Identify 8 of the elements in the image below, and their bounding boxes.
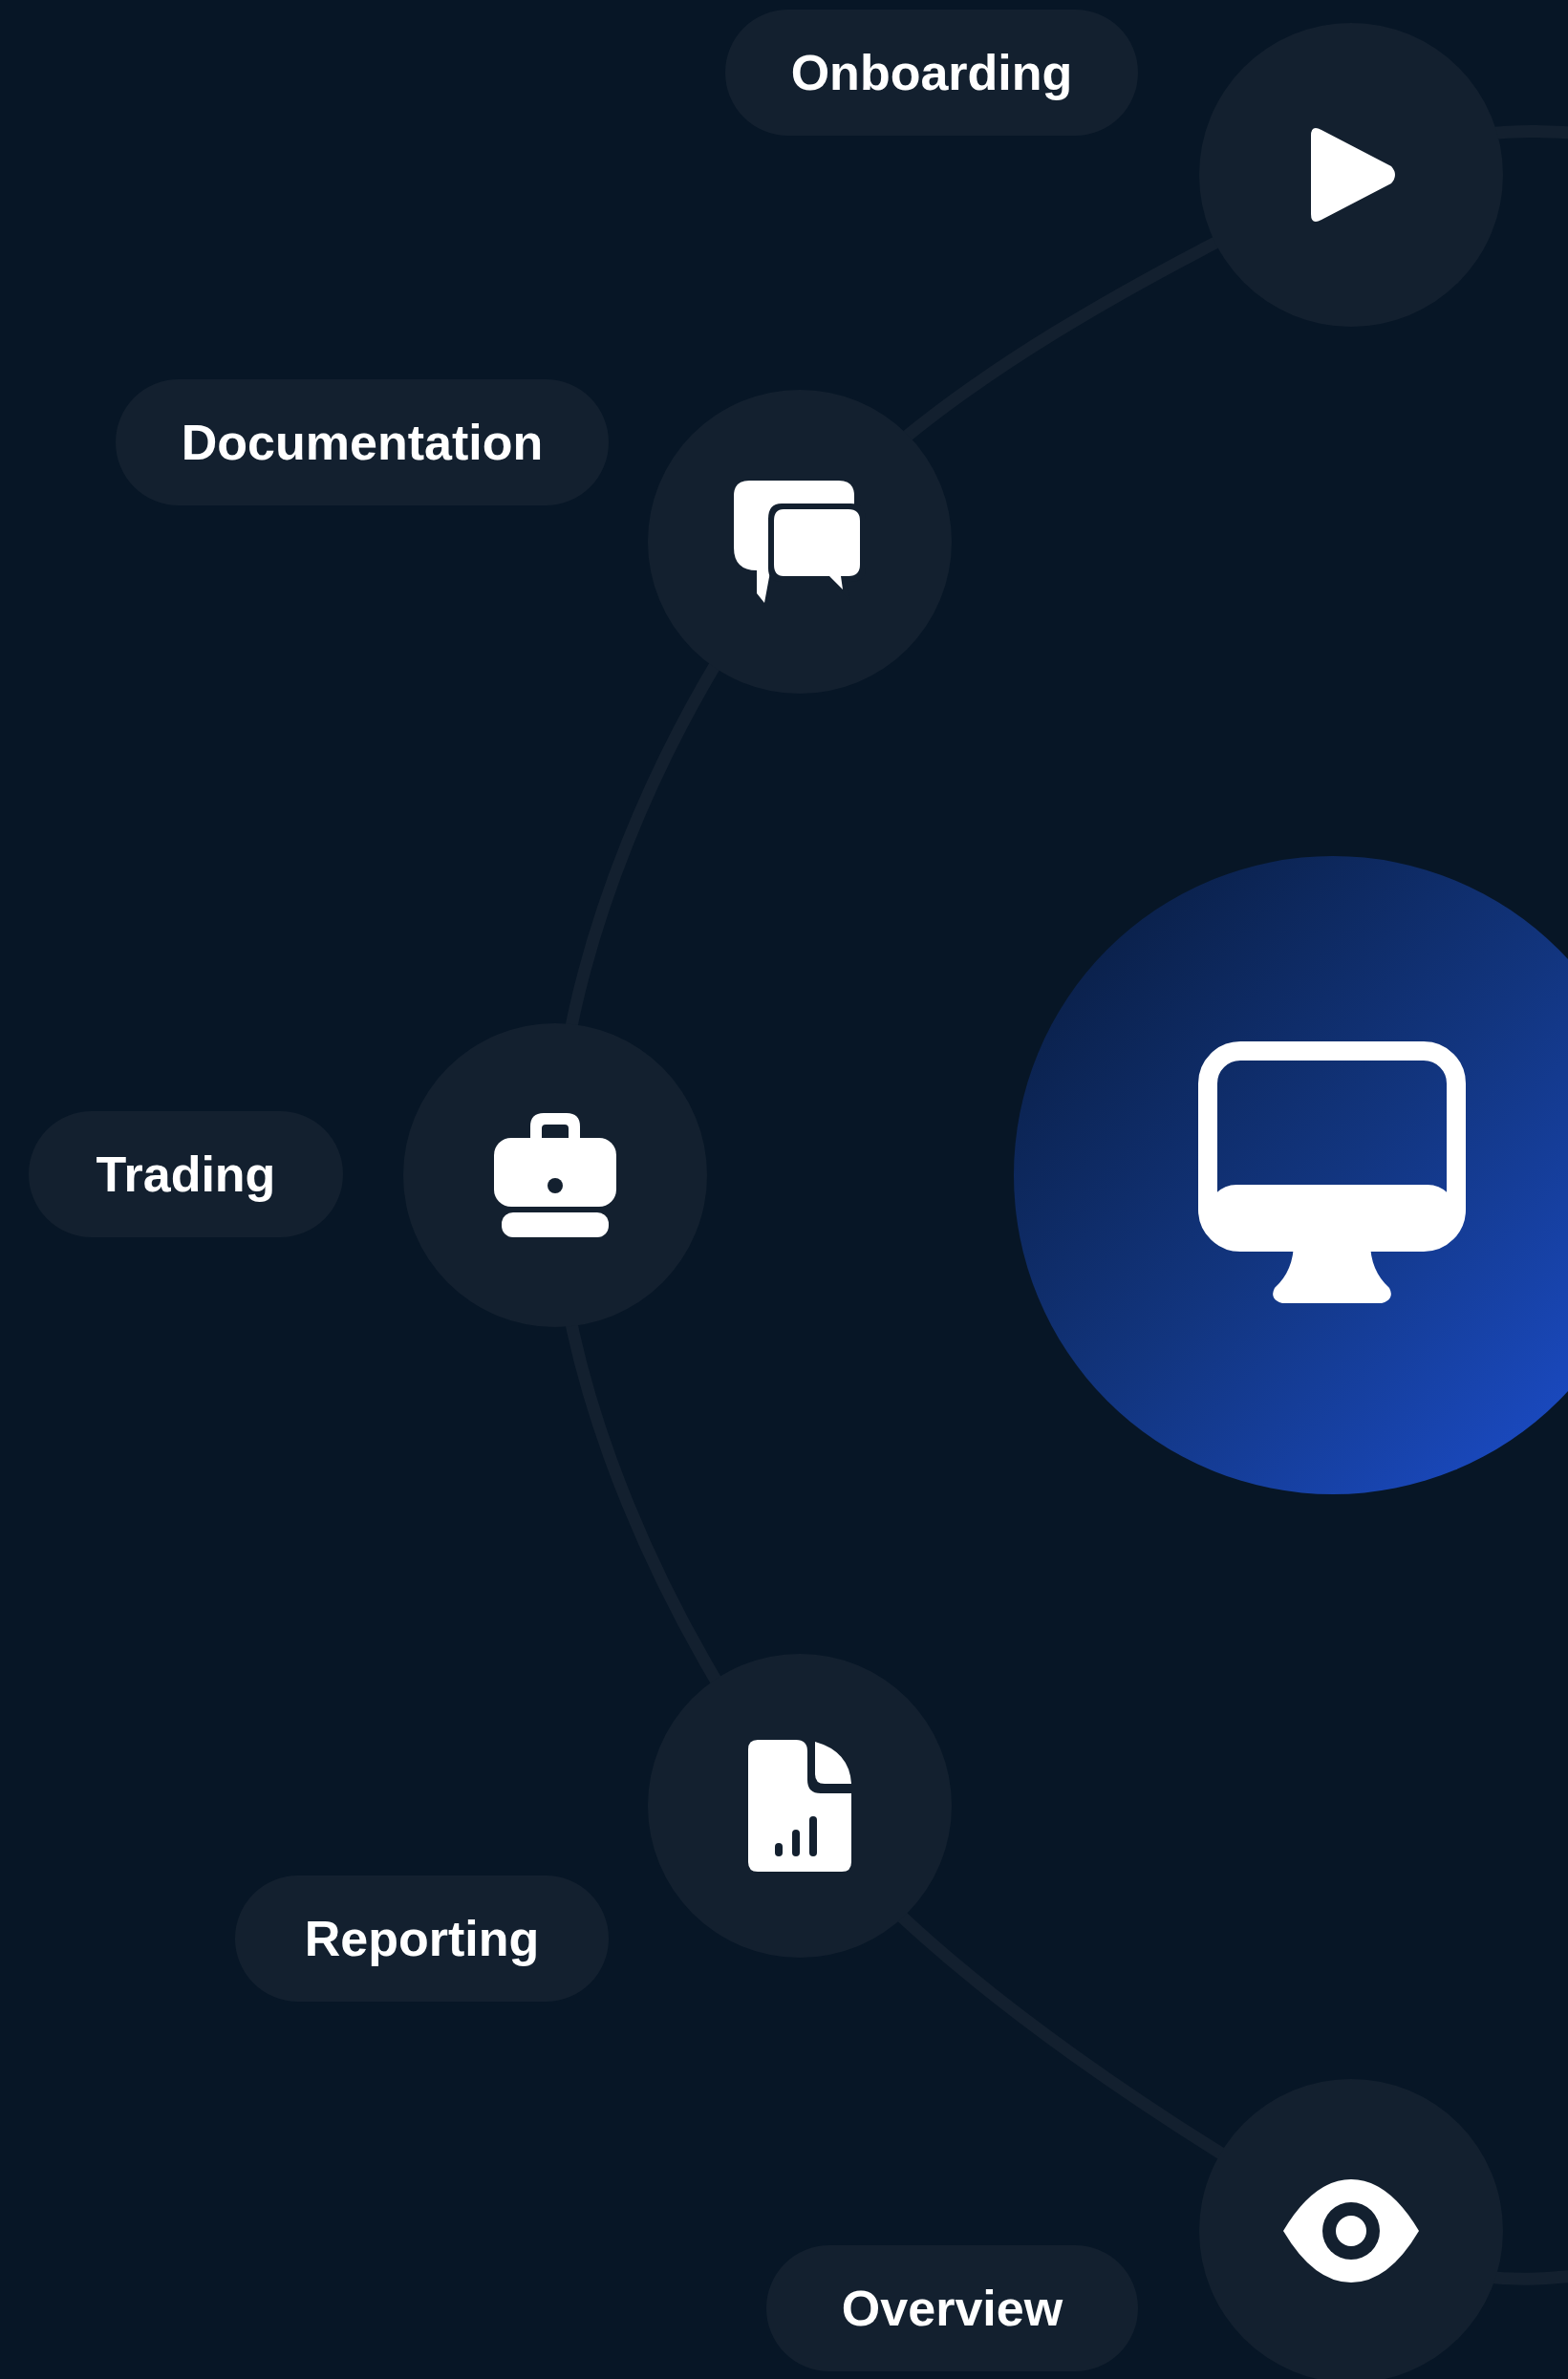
step-label: Onboarding <box>725 10 1138 136</box>
document-chart-icon <box>746 1738 853 1874</box>
briefcase-icon <box>492 1111 618 1239</box>
eye-icon <box>1281 2177 1421 2284</box>
step-label: Reporting <box>235 1875 609 2002</box>
step-label: Overview <box>766 2245 1138 2371</box>
step-label: Trading <box>29 1111 343 1237</box>
step-label: Documentation <box>116 379 609 505</box>
